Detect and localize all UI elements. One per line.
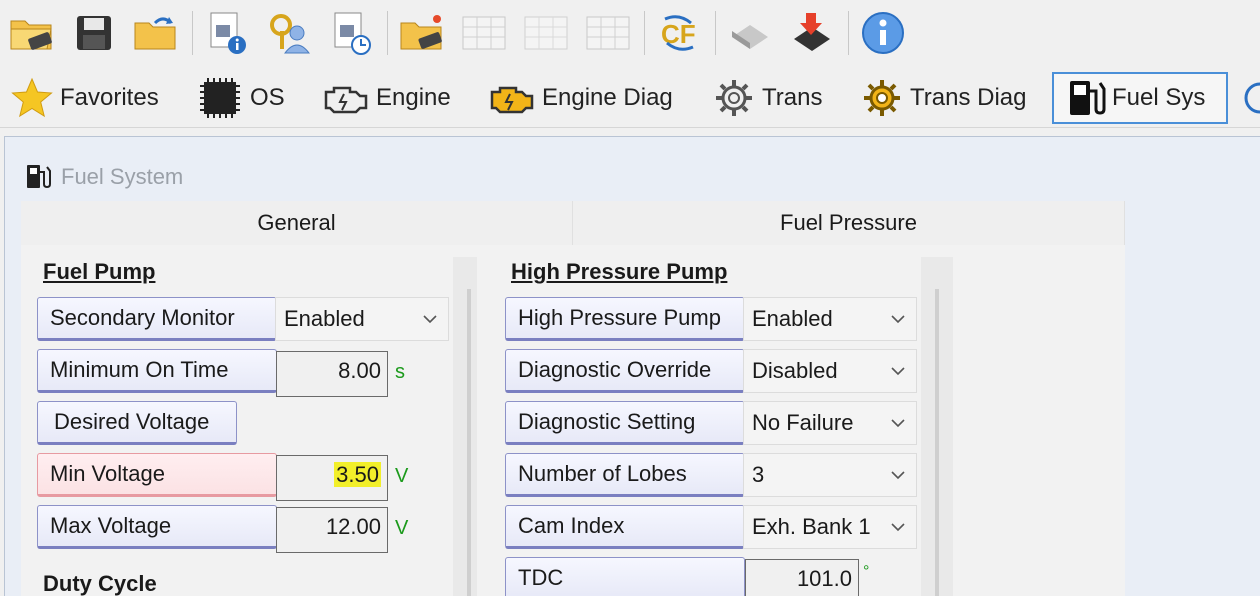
- gear-icon: [716, 80, 752, 116]
- chip-write-icon[interactable]: [786, 8, 838, 58]
- nav-engine-diag[interactable]: Engine Diag: [486, 72, 673, 124]
- left-scrollbar[interactable]: [467, 289, 471, 596]
- window-title: Fuel System: [25, 157, 183, 197]
- nav-trans-diag-label: Trans Diag: [910, 84, 1027, 111]
- minimum-on-time-unit: s: [395, 361, 405, 383]
- cam-index-dropdown[interactable]: Exh. Bank 1: [743, 505, 917, 549]
- nav-engine-diag-label: Engine Diag: [542, 84, 673, 111]
- secondary-monitor-label: Secondary Monitor: [37, 297, 277, 341]
- folder-undo-icon[interactable]: [130, 8, 182, 58]
- fuel-system-window: Fuel System General Fuel Pressure Fuel P…: [4, 136, 1260, 596]
- chevron-down-icon: [891, 367, 905, 376]
- toolbar-separator: [387, 11, 388, 55]
- nav-overflow-icon[interactable]: [1240, 72, 1260, 124]
- document-info-icon[interactable]: [201, 8, 253, 58]
- table-disabled-2-icon[interactable]: [582, 8, 634, 58]
- nav-trans-label: Trans: [762, 84, 823, 111]
- gear-warning-icon: [864, 80, 900, 116]
- nav-favorites-label: Favorites: [60, 84, 159, 111]
- number-of-lobes-label: Number of Lobes: [505, 453, 745, 497]
- min-voltage-label: Min Voltage: [37, 453, 277, 497]
- star-icon: [11, 77, 53, 118]
- diagnostic-setting-dropdown[interactable]: No Failure: [743, 401, 917, 445]
- high-pressure-pump-title: High Pressure Pump: [511, 259, 728, 284]
- fuel-pump-title: Fuel Pump: [43, 259, 156, 284]
- open-folder-icon[interactable]: [6, 8, 58, 58]
- max-voltage-unit: V: [395, 517, 409, 539]
- diagnostic-setting-value: No Failure: [752, 410, 854, 435]
- chevron-down-icon: [423, 315, 437, 324]
- table-disabled-icon[interactable]: [520, 8, 572, 58]
- high-pressure-pump-label: High Pressure Pump: [505, 297, 745, 341]
- chevron-down-icon: [891, 471, 905, 480]
- nav-favorites[interactable]: Favorites: [10, 72, 159, 124]
- toolbar-separator: [192, 11, 193, 55]
- secondary-monitor-dropdown[interactable]: Enabled: [275, 297, 449, 341]
- cam-index-label: Cam Index: [505, 505, 745, 549]
- min-voltage-input[interactable]: 3.50: [276, 455, 388, 501]
- fuel-pump-icon: [27, 165, 51, 189]
- user-key-icon[interactable]: [263, 8, 315, 58]
- table-icon[interactable]: [458, 8, 510, 58]
- duty-cycle-title: Duty Cycle: [43, 571, 157, 596]
- toolbar-separator: [848, 11, 849, 55]
- toolbar: CF: [0, 0, 1260, 66]
- folder-new-icon[interactable]: [396, 8, 448, 58]
- max-voltage-label: Max Voltage: [37, 505, 277, 549]
- nav-fuel-sys-label: Fuel Sys: [1112, 84, 1206, 111]
- content-panel: General Fuel Pressure Fuel Pump Secondar…: [21, 201, 1125, 596]
- minimum-on-time-label: Minimum On Time: [37, 349, 277, 393]
- nav-fuel-sys[interactable]: Fuel Sys: [1052, 72, 1228, 124]
- number-of-lobes-value: 3: [752, 462, 765, 487]
- chevron-down-icon: [891, 315, 905, 324]
- min-voltage-unit: V: [395, 465, 409, 487]
- engine-warning-icon: [490, 86, 534, 114]
- tdc-unit: °: [863, 563, 870, 580]
- min-voltage-value: 3.50: [334, 462, 381, 487]
- tdc-label: TDC: [505, 557, 745, 596]
- diagnostic-override-dropdown[interactable]: Disabled: [743, 349, 917, 393]
- chip-icon: [200, 78, 240, 118]
- engine-icon: [324, 86, 368, 114]
- nav-os-label: OS: [250, 84, 285, 111]
- minimum-on-time-input[interactable]: 8.00: [276, 351, 388, 397]
- nav-engine[interactable]: Engine: [320, 72, 451, 124]
- diagnostic-override-label: Diagnostic Override: [505, 349, 745, 393]
- diagnostic-setting-label: Diagnostic Setting: [505, 401, 745, 445]
- tab-strip: General Fuel Pressure: [21, 201, 1125, 245]
- document-clock-icon[interactable]: [325, 8, 377, 58]
- nav-trans-diag[interactable]: Trans Diag: [860, 72, 1026, 124]
- toolbar-separator: [715, 11, 716, 55]
- chevron-down-icon: [891, 523, 905, 532]
- save-icon[interactable]: [68, 8, 120, 58]
- tdc-input[interactable]: 101.0: [745, 559, 859, 596]
- fuel-pump-icon: [1070, 81, 1106, 115]
- high-pressure-pump-dropdown[interactable]: Enabled: [743, 297, 917, 341]
- tab-general[interactable]: General: [21, 201, 573, 245]
- desired-voltage-button[interactable]: Desired Voltage: [37, 401, 237, 445]
- nav-engine-label: Engine: [376, 84, 451, 111]
- chip-eraser-icon[interactable]: [724, 8, 776, 58]
- chevron-down-icon: [891, 419, 905, 428]
- tab-fuel-pressure[interactable]: Fuel Pressure: [573, 201, 1125, 245]
- secondary-monitor-value: Enabled: [284, 306, 365, 331]
- module-nav: Favorites OS Engine Engine Diag Trans Tr…: [0, 66, 1260, 128]
- number-of-lobes-dropdown[interactable]: 3: [743, 453, 917, 497]
- right-scrollbar[interactable]: [935, 289, 939, 596]
- nav-trans[interactable]: Trans: [712, 72, 822, 124]
- high-pressure-pump-value: Enabled: [752, 306, 833, 331]
- left-column-gutter: [453, 257, 477, 596]
- refresh-cf-icon[interactable]: CF: [653, 8, 705, 58]
- max-voltage-input[interactable]: 12.00: [276, 507, 388, 553]
- cam-index-value: Exh. Bank 1: [752, 514, 871, 539]
- info-icon[interactable]: [857, 8, 909, 58]
- diagnostic-override-value: Disabled: [752, 358, 838, 383]
- toolbar-separator: [644, 11, 645, 55]
- window-title-text: Fuel System: [61, 164, 184, 189]
- nav-os[interactable]: OS: [196, 72, 285, 124]
